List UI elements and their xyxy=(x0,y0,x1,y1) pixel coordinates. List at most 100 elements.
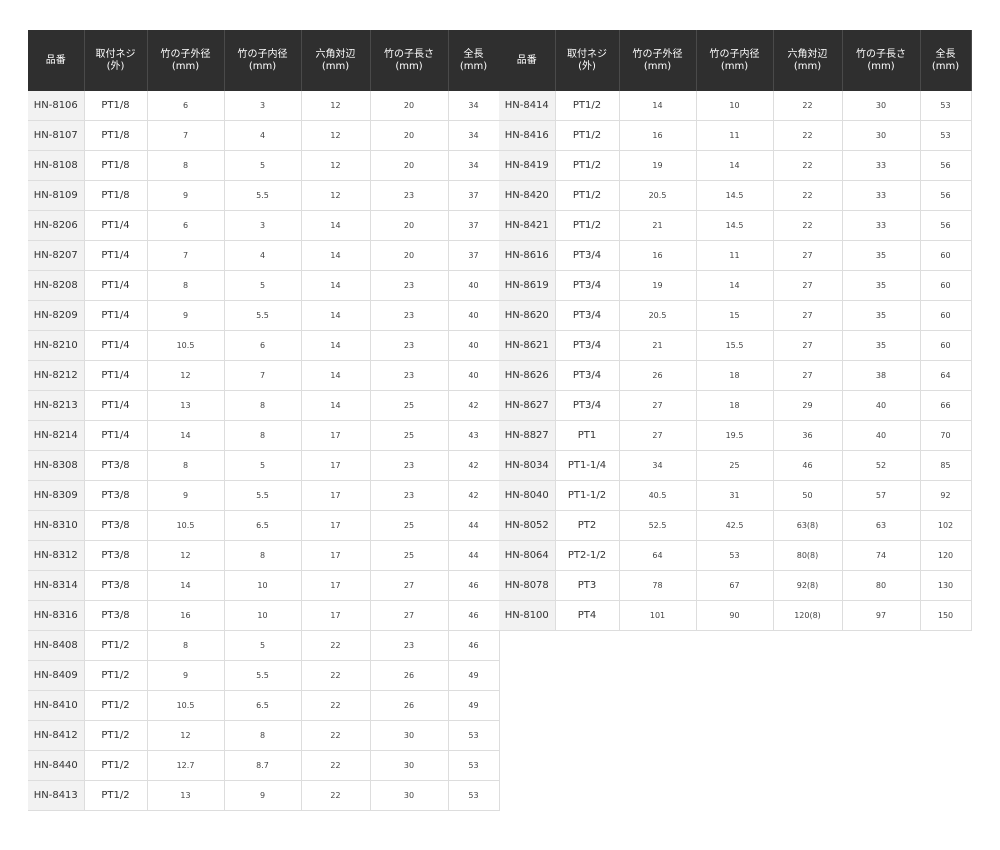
inner-diameter-cell: 5 xyxy=(224,630,302,661)
total-length-cell: 43 xyxy=(448,420,500,451)
inner-diameter-cell: 10 xyxy=(224,570,302,601)
inner-diameter-cell: 15.5 xyxy=(696,330,774,361)
total-length-cell: 34 xyxy=(448,120,500,151)
barb-length-cell: 27 xyxy=(370,570,449,601)
inner-diameter-cell: 6.5 xyxy=(224,690,302,721)
part-number-cell: HN-8100 xyxy=(499,600,556,631)
outer-diameter-cell: 16 xyxy=(147,600,225,631)
barb-length-cell: 23 xyxy=(370,300,449,331)
table-row: HN-8621 PT3/4 21 15.5 27 35 60 xyxy=(499,330,972,361)
total-length-cell: 53 xyxy=(920,120,972,151)
table-row: HN-8421 PT1/2 21 14.5 22 33 56 xyxy=(499,210,972,241)
barb-length-cell: 23 xyxy=(370,270,449,301)
part-number-cell: HN-8210 xyxy=(28,330,85,361)
hex-size-cell: 17 xyxy=(301,420,371,451)
barb-length-cell: 20 xyxy=(370,150,449,181)
inner-diameter-cell: 5.5 xyxy=(224,300,302,331)
inner-diameter-cell: 6.5 xyxy=(224,510,302,541)
barb-length-cell: 27 xyxy=(370,600,449,631)
part-number-cell: HN-8206 xyxy=(28,210,85,241)
outer-diameter-cell: 27 xyxy=(619,420,697,451)
outer-diameter-cell: 21 xyxy=(619,330,697,361)
part-number-cell: HN-8213 xyxy=(28,390,85,421)
barb-length-cell: 30 xyxy=(370,750,449,781)
header-barb-length: 竹の子長さ (mm) xyxy=(370,30,449,91)
thread-cell: PT3/4 xyxy=(555,240,620,271)
hex-size-cell: 46 xyxy=(773,450,843,481)
table-row: HN-8106 PT1/8 6 3 12 20 34 xyxy=(28,91,500,121)
total-length-cell: 56 xyxy=(920,150,972,181)
thread-cell: PT1 xyxy=(555,420,620,451)
inner-diameter-cell: 18 xyxy=(696,360,774,391)
thread-cell: PT1/2 xyxy=(555,120,620,151)
hex-size-cell: 27 xyxy=(773,300,843,331)
table-row: HN-8214 PT1/4 14 8 17 25 43 xyxy=(28,420,500,451)
inner-diameter-cell: 8.7 xyxy=(224,750,302,781)
total-length-cell: 102 xyxy=(920,510,972,541)
thread-cell: PT1/2 xyxy=(84,630,148,661)
hex-size-cell: 36 xyxy=(773,420,843,451)
header-total-length: 全長 (mm) xyxy=(920,30,972,91)
part-number-cell: HN-8308 xyxy=(28,450,85,481)
inner-diameter-cell: 6 xyxy=(224,330,302,361)
outer-diameter-cell: 9 xyxy=(147,180,225,211)
barb-length-cell: 33 xyxy=(842,150,921,181)
thread-cell: PT1/2 xyxy=(84,750,148,781)
part-number-cell: HN-8309 xyxy=(28,480,85,511)
inner-diameter-cell: 53 xyxy=(696,540,774,571)
outer-diameter-cell: 20.5 xyxy=(619,180,697,211)
table-row: HN-8210 PT1/4 10.5 6 14 23 40 xyxy=(28,330,500,361)
part-number-cell: HN-8627 xyxy=(499,390,556,421)
total-length-cell: 150 xyxy=(920,600,972,631)
total-length-cell: 40 xyxy=(448,300,500,331)
table-row: HN-8064 PT2-1/2 64 53 80(8) 74 120 xyxy=(499,540,972,571)
part-number-cell: HN-8314 xyxy=(28,570,85,601)
hex-size-cell: 22 xyxy=(301,750,371,781)
outer-diameter-cell: 8 xyxy=(147,630,225,661)
inner-diameter-cell: 5 xyxy=(224,270,302,301)
inner-diameter-cell: 90 xyxy=(696,600,774,631)
barb-length-cell: 35 xyxy=(842,270,921,301)
total-length-cell: 46 xyxy=(448,570,500,601)
part-number-cell: HN-8616 xyxy=(499,240,556,271)
part-number-cell: HN-8310 xyxy=(28,510,85,541)
table-row: HN-8412 PT1/2 12 8 22 30 53 xyxy=(28,720,500,751)
hex-size-cell: 14 xyxy=(301,240,371,271)
outer-diameter-cell: 64 xyxy=(619,540,697,571)
table-row: HN-8409 PT1/2 9 5.5 22 26 49 xyxy=(28,660,500,691)
inner-diameter-cell: 8 xyxy=(224,420,302,451)
outer-diameter-cell: 9 xyxy=(147,300,225,331)
part-number-cell: HN-8207 xyxy=(28,240,85,271)
barb-length-cell: 23 xyxy=(370,180,449,211)
table-row: HN-8616 PT3/4 16 11 27 35 60 xyxy=(499,240,972,271)
hex-size-cell: 17 xyxy=(301,570,371,601)
inner-diameter-cell: 10 xyxy=(224,600,302,631)
hex-size-cell: 12 xyxy=(301,120,371,151)
barb-length-cell: 25 xyxy=(370,540,449,571)
thread-cell: PT3 xyxy=(555,570,620,601)
table-row: HN-8314 PT3/8 14 10 17 27 46 xyxy=(28,570,500,601)
total-length-cell: 37 xyxy=(448,180,500,211)
outer-diameter-cell: 9 xyxy=(147,480,225,511)
part-number-cell: HN-8412 xyxy=(28,720,85,751)
part-number-cell: HN-8208 xyxy=(28,270,85,301)
part-number-cell: HN-8413 xyxy=(28,780,85,811)
thread-cell: PT1/8 xyxy=(84,120,148,151)
part-number-cell: HN-8316 xyxy=(28,600,85,631)
table-row: HN-8206 PT1/4 6 3 14 20 37 xyxy=(28,210,500,241)
spec-table-right: 品番 取付ネジ (外) 竹の子外径 (mm) 竹の子内径 (mm) 六角対辺 (… xyxy=(499,30,972,631)
header-total-length: 全長 (mm) xyxy=(448,30,500,91)
barb-length-cell: 25 xyxy=(370,420,449,451)
total-length-cell: 42 xyxy=(448,390,500,421)
total-length-cell: 40 xyxy=(448,360,500,391)
total-length-cell: 120 xyxy=(920,540,972,571)
inner-diameter-cell: 5 xyxy=(224,150,302,181)
inner-diameter-cell: 42.5 xyxy=(696,510,774,541)
outer-diameter-cell: 10.5 xyxy=(147,330,225,361)
thread-cell: PT3/4 xyxy=(555,390,620,421)
table-row: HN-8619 PT3/4 19 14 27 35 60 xyxy=(499,270,972,301)
header-barb-length: 竹の子長さ (mm) xyxy=(842,30,921,91)
total-length-cell: 60 xyxy=(920,300,972,331)
table-row: HN-8309 PT3/8 9 5.5 17 23 42 xyxy=(28,480,500,511)
total-length-cell: 44 xyxy=(448,510,500,541)
